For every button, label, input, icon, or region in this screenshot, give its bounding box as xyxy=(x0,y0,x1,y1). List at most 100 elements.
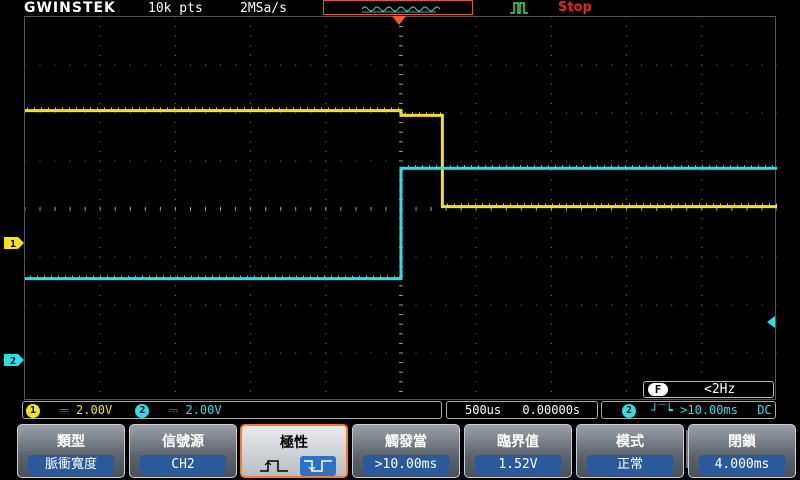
ch1-noise xyxy=(237,107,238,110)
grid-dot xyxy=(129,256,131,258)
grid-dot xyxy=(325,266,327,268)
ch1-noise xyxy=(104,107,105,110)
negative-pulse-icon[interactable] xyxy=(300,456,336,476)
frequency-value: <2Hz xyxy=(704,382,736,397)
menu-threshold-key[interactable]: 臨界值 1.52V xyxy=(464,424,572,478)
grid-dot xyxy=(761,160,763,162)
grid-dot xyxy=(641,256,643,258)
grid-dot xyxy=(460,112,462,114)
grid-dot xyxy=(159,352,161,354)
menu-type-key[interactable]: 類型 脈衝寬度 xyxy=(17,424,125,478)
ch1-ground-marker[interactable]: 1 xyxy=(4,237,24,250)
grid-dot xyxy=(626,131,628,133)
grid-dot xyxy=(475,93,477,95)
grid-dot xyxy=(550,362,552,364)
grid-dot xyxy=(776,112,777,114)
ch2-noise xyxy=(457,165,458,168)
menu-threshold-value: 1.52V xyxy=(475,455,561,475)
ch2-noise xyxy=(156,275,157,278)
grid-dot xyxy=(641,160,643,162)
ch2-noise xyxy=(198,275,199,278)
run-stop-status[interactable]: Stop xyxy=(558,0,592,15)
svg-text:1: 1 xyxy=(10,239,16,249)
ch2-noise xyxy=(240,275,241,278)
ch2-noise xyxy=(37,275,38,278)
grid-dot xyxy=(250,93,252,95)
grid-dot xyxy=(626,314,628,316)
grid-dot xyxy=(235,112,237,114)
ch1-noise xyxy=(433,112,434,115)
grid-dot xyxy=(415,160,417,162)
trigger-position-marker[interactable] xyxy=(392,16,406,25)
ch2-ground-marker[interactable]: 2 xyxy=(4,354,24,367)
grid-dot xyxy=(99,93,101,95)
ch1-noise xyxy=(748,203,749,206)
grid-dot xyxy=(250,35,252,37)
grid-dot xyxy=(445,304,447,306)
grid-dot xyxy=(325,150,327,152)
grid-dot xyxy=(250,83,252,85)
menu-holdoff-key[interactable]: 閉鎖 4.000ms xyxy=(688,424,796,478)
grid-dot xyxy=(295,352,297,354)
menu-polarity-key[interactable]: 極性 xyxy=(240,424,348,478)
grid-dot xyxy=(250,131,252,133)
trigger-level-marker[interactable] xyxy=(767,316,775,328)
grid-dot xyxy=(535,64,537,66)
grid-dot xyxy=(69,352,71,354)
ch1-noise xyxy=(118,107,119,110)
grid-dot xyxy=(99,17,101,18)
grid-dot xyxy=(475,381,477,383)
grid-dot xyxy=(325,26,327,28)
freq-f-icon: F xyxy=(648,383,668,396)
grid-dot xyxy=(550,179,552,181)
ch2-noise xyxy=(422,165,423,168)
ch1-noise xyxy=(489,203,490,206)
menu-type-value: 脈衝寬度 xyxy=(28,455,114,475)
channel-scale-info: 1 ⎓ 2.00V 2 ⎓ 2.00V xyxy=(22,401,442,419)
grid-dot xyxy=(250,237,252,239)
ch1-noise xyxy=(391,107,392,110)
grid-dot xyxy=(445,64,447,66)
memory-overview-waveform-icon xyxy=(361,6,441,13)
grid-dot xyxy=(325,342,327,344)
ch2-noise xyxy=(506,165,507,168)
grid-dot xyxy=(385,256,387,258)
ch2-noise xyxy=(639,165,640,168)
ch1-noise xyxy=(727,203,728,206)
ch2-noise xyxy=(352,275,353,278)
ch1-scale: 2.00V xyxy=(76,403,113,417)
grid-dot xyxy=(475,45,477,47)
center-tick xyxy=(399,26,403,28)
grid-dot xyxy=(25,256,26,258)
grid-dot xyxy=(415,256,417,258)
menu-when-key[interactable]: 觸發當 >10.00ms xyxy=(352,424,460,478)
menu-mode-key[interactable]: 模式 正常 xyxy=(576,424,684,478)
grid-dot xyxy=(189,352,191,354)
grid-dot xyxy=(731,352,733,354)
grid-dot xyxy=(490,256,492,258)
grid-dot xyxy=(550,64,552,66)
grid-dot xyxy=(355,256,357,258)
ch1-noise xyxy=(671,203,672,206)
menu-source-title: 信號源 xyxy=(162,434,204,450)
grid-dot xyxy=(626,390,628,392)
center-tick xyxy=(399,294,403,296)
ch1-noise xyxy=(153,107,154,110)
center-tick xyxy=(189,207,191,211)
grid-dot xyxy=(84,112,86,114)
grid-dot xyxy=(310,256,312,258)
grid-dot xyxy=(550,218,552,220)
ch2-noise xyxy=(681,165,682,168)
ch1-noise xyxy=(531,203,532,206)
grid-dot xyxy=(686,352,688,354)
ch1-noise xyxy=(615,203,616,206)
grid-dot xyxy=(235,64,237,66)
grid-dot xyxy=(370,112,372,114)
grid-dot xyxy=(325,179,327,181)
grid-dot xyxy=(475,342,477,344)
center-tick xyxy=(84,207,86,211)
positive-pulse-icon[interactable] xyxy=(256,456,292,476)
grid-dot xyxy=(716,64,718,66)
ch2-noise xyxy=(464,165,465,168)
menu-source-key[interactable]: 信號源 CH2 xyxy=(129,424,237,478)
